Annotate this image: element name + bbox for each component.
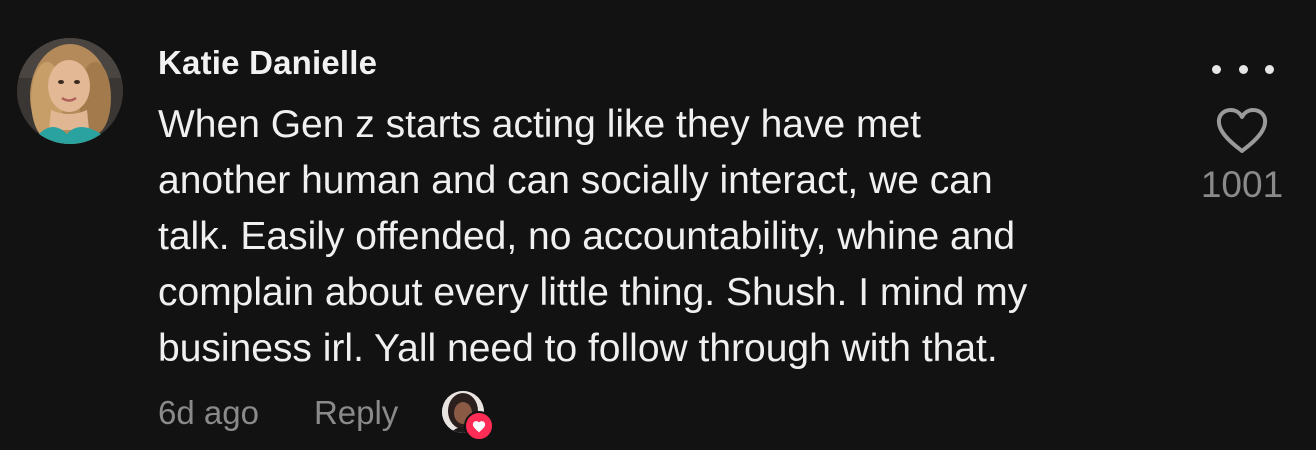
like-count: 1001 — [1200, 164, 1284, 205]
creator-liked-indicator — [442, 391, 495, 441]
comment-line: When Gen z starts acting like they have … — [158, 103, 922, 146]
more-dots-icon — [1212, 64, 1221, 74]
more-dots-icon — [1265, 64, 1274, 74]
comment-line: talk. Easily offended, no accountability… — [158, 215, 1016, 258]
comment-text: When Gen z starts acting like they have … — [158, 97, 1168, 377]
like-button[interactable] — [1214, 106, 1270, 156]
comment-meta: 6d ago Reply — [158, 388, 495, 441]
author-avatar[interactable] — [17, 38, 123, 144]
reply-button[interactable]: Reply — [314, 394, 398, 432]
author-name[interactable]: Katie Danielle — [158, 44, 377, 82]
comment-item: Katie Danielle When Gen z starts acting … — [0, 0, 1316, 450]
more-dots-icon — [1238, 64, 1248, 74]
more-options-button[interactable] — [1212, 56, 1274, 82]
heart-outline-icon — [1216, 108, 1268, 153]
comment-line: complain about every little thing. Shush… — [158, 271, 1028, 314]
comment-line: another human and can socially interact,… — [158, 159, 993, 202]
heart-badge-icon — [464, 411, 495, 441]
timestamp: 6d ago — [158, 394, 259, 431]
comment-line: business irl. Yall need to follow throug… — [158, 327, 998, 370]
avatar-image — [17, 38, 123, 144]
